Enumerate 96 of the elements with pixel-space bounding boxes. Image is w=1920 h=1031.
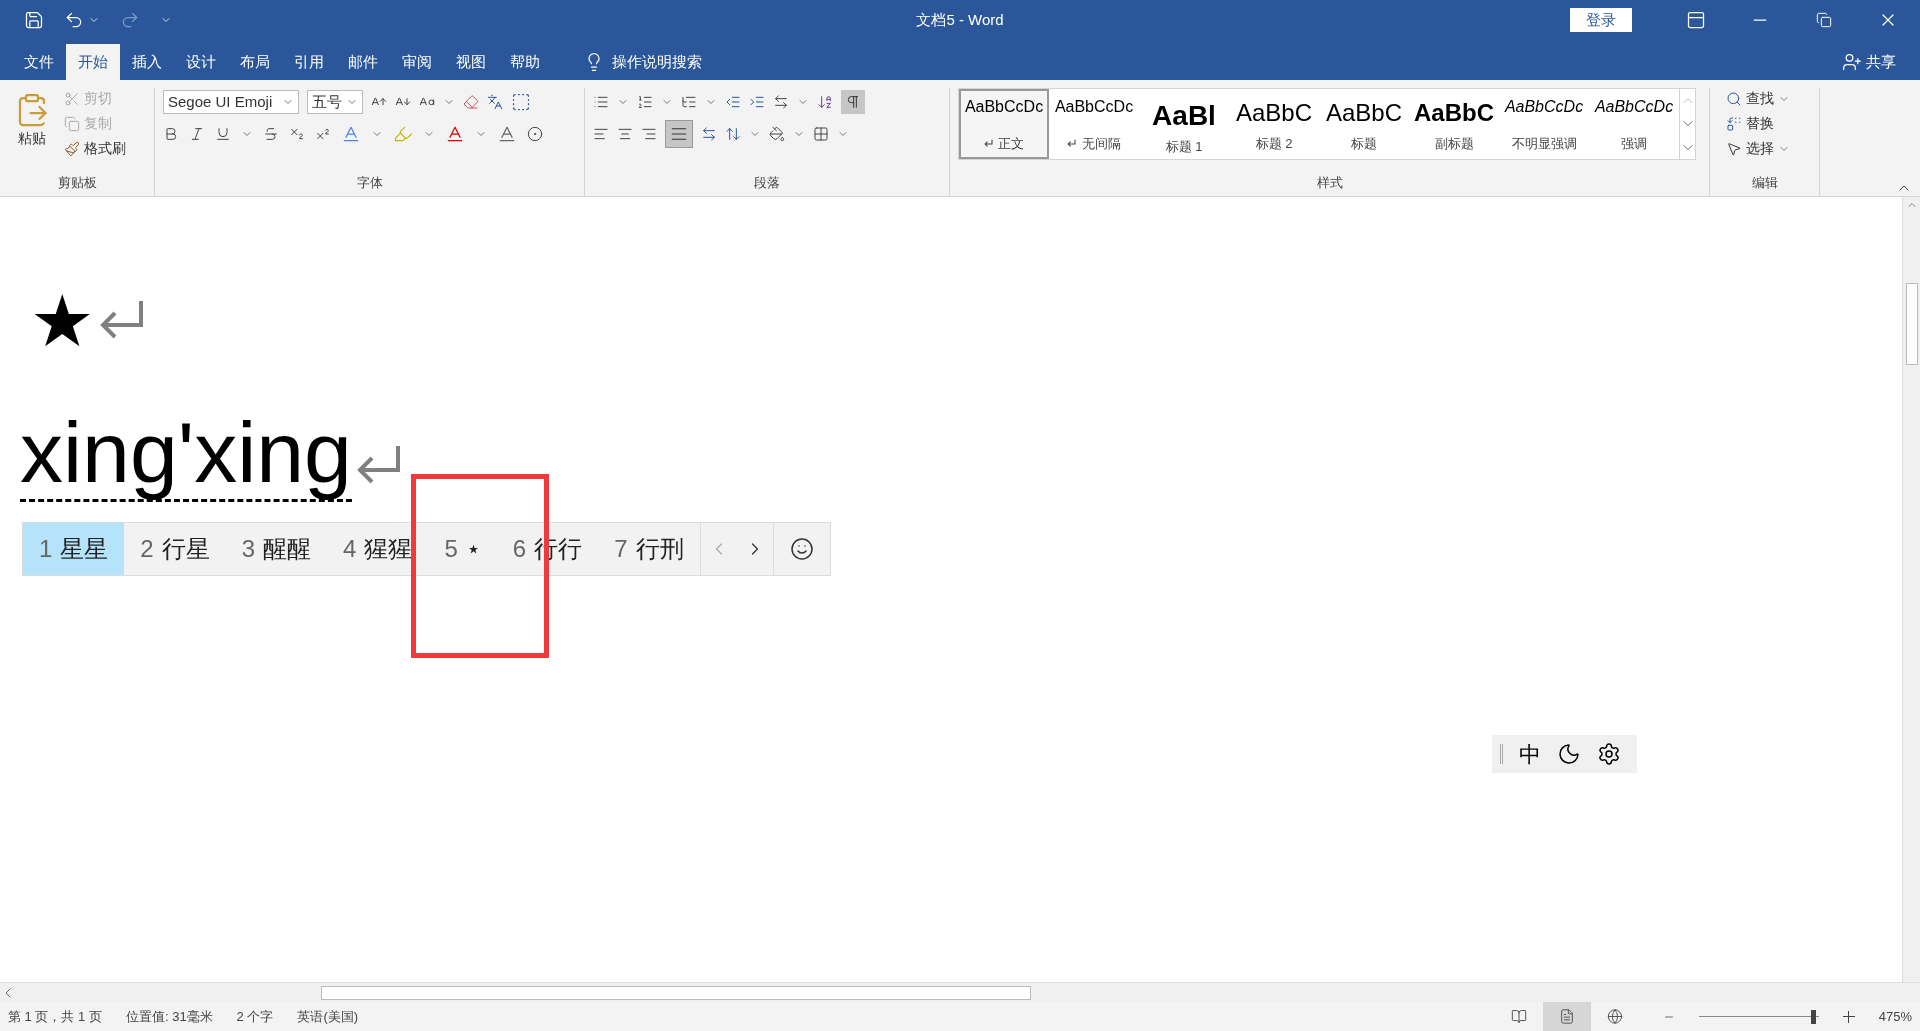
style-item[interactable]: AaBbCcDc ↵ 正文 xyxy=(959,89,1049,159)
decrease-indent-icon[interactable] xyxy=(725,94,741,110)
style-item[interactable]: AaBl 标题 1 xyxy=(1139,89,1229,159)
ribbon-display-icon[interactable] xyxy=(1686,10,1706,30)
style-item[interactable]: AaBbC 副标题 xyxy=(1409,89,1499,159)
strikethrough-icon[interactable] xyxy=(263,126,279,142)
tell-me-search[interactable]: 操作说明搜索 xyxy=(612,50,702,74)
candidate-item[interactable]: 1 星星 xyxy=(23,523,125,575)
find-button[interactable]: 查找 xyxy=(1726,88,1811,109)
style-item[interactable]: AaBbCcDc ↵ 无间隔 xyxy=(1049,89,1139,159)
sort-icon[interactable] xyxy=(817,94,833,110)
ribbon-tab[interactable]: 开始 xyxy=(66,44,120,80)
distributed-icon[interactable] xyxy=(701,126,717,142)
enclose-character-icon[interactable] xyxy=(527,126,543,142)
document-text: xing'xing xyxy=(20,409,352,502)
bold-icon[interactable] xyxy=(163,126,179,142)
candidate-item[interactable]: 5 ⋆ xyxy=(428,523,497,575)
redo-icon[interactable] xyxy=(120,10,140,30)
replace-button[interactable]: 替换 xyxy=(1726,113,1811,134)
ribbon-tab[interactable]: 布局 xyxy=(228,44,282,80)
italic-icon[interactable] xyxy=(189,126,205,142)
ribbon-tab[interactable]: 设计 xyxy=(174,44,228,80)
select-button[interactable]: 选择 xyxy=(1726,138,1811,159)
font-name-field[interactable]: Segoe UI Emoji xyxy=(163,90,299,114)
align-left-icon[interactable] xyxy=(593,126,609,142)
emoji-icon[interactable] xyxy=(789,537,814,561)
style-item[interactable]: AaBbCcDc 不明显强调 xyxy=(1499,89,1589,159)
search-icon[interactable] xyxy=(1726,90,1742,107)
login-button[interactable]: 登录 xyxy=(1570,8,1632,32)
style-item[interactable]: AaBbC 标题 2 xyxy=(1229,89,1319,159)
subscript-icon[interactable] xyxy=(289,126,305,142)
text-effects-icon[interactable] xyxy=(341,124,361,144)
status-text[interactable]: 英语(美国) xyxy=(297,1006,359,1027)
group-label: 样式 xyxy=(1316,173,1343,192)
style-item[interactable]: AaBbC 标题 xyxy=(1319,89,1409,159)
window-title: 文档5 - Word xyxy=(916,9,1004,30)
superscript-icon[interactable] xyxy=(315,126,331,142)
ribbon-tab[interactable]: 引用 xyxy=(282,44,336,80)
status-text[interactable]: 位置值: 31毫米 xyxy=(125,1006,213,1027)
font-color-icon[interactable] xyxy=(445,124,465,144)
ribbon-tab[interactable]: 文件 xyxy=(12,44,66,80)
save-icon[interactable] xyxy=(24,10,44,30)
document-text: ★ xyxy=(30,285,95,357)
group-label: 剪贴板 xyxy=(57,173,97,192)
replace-icon[interactable] xyxy=(1726,115,1742,132)
paragraph-mark-icon xyxy=(355,444,402,486)
person-icon[interactable] xyxy=(1842,52,1862,72)
style-item[interactable]: AaBbCcDc 强调 xyxy=(1589,89,1679,159)
phonetic-guide-icon[interactable] xyxy=(487,94,503,110)
undo-icon[interactable] xyxy=(64,10,84,30)
status-text[interactable]: 2 个字 xyxy=(236,1006,274,1027)
candidate-item[interactable]: 3 醒醒 xyxy=(225,523,328,575)
underline-icon[interactable] xyxy=(215,126,231,142)
restore-icon[interactable] xyxy=(1816,12,1832,28)
paintbrush-icon[interactable] xyxy=(64,140,80,157)
text-direction-icon[interactable] xyxy=(773,94,789,110)
show-marks-icon[interactable] xyxy=(841,90,865,114)
borders-icon[interactable] xyxy=(813,126,829,142)
ribbon-tab[interactable]: 视图 xyxy=(444,44,498,80)
multilevel-list-icon[interactable] xyxy=(681,94,697,110)
align-right-icon[interactable] xyxy=(641,126,657,142)
line-spacing-icon[interactable] xyxy=(725,126,741,142)
font-size-field[interactable]: 五号 xyxy=(307,90,363,114)
view-mode-icon[interactable] xyxy=(1542,1002,1591,1031)
ribbon-tab[interactable]: 插入 xyxy=(120,44,174,80)
ribbon-tab[interactable]: 审阅 xyxy=(390,44,444,80)
moon-icon[interactable] xyxy=(1557,742,1581,766)
vertical-scrollbar[interactable] xyxy=(1902,197,1920,982)
group-label: 字体 xyxy=(356,173,383,192)
paragraph-mark-icon xyxy=(98,299,145,341)
eraser-icon[interactable] xyxy=(463,94,479,110)
increase-indent-icon[interactable] xyxy=(749,94,765,110)
ribbon-tab[interactable]: 帮助 xyxy=(498,44,552,80)
numbering-icon[interactable] xyxy=(637,94,653,110)
justify-icon[interactable] xyxy=(665,120,693,148)
pointer-icon[interactable] xyxy=(1726,140,1742,157)
share-button[interactable]: 共享 xyxy=(1842,44,1920,80)
zoom-slider[interactable] xyxy=(1698,1009,1819,1024)
bullets-icon[interactable] xyxy=(593,94,609,110)
group-label: 段落 xyxy=(754,173,780,192)
group-label: 编辑 xyxy=(1751,173,1778,192)
paste-button[interactable]: 粘贴 xyxy=(8,88,56,159)
status-text[interactable]: 第 1 页，共 1 页 xyxy=(8,1006,102,1027)
zoom-in-icon[interactable] xyxy=(1842,1010,1855,1023)
candidate-item[interactable]: 4 猩猩 xyxy=(327,523,429,575)
zoom-level[interactable]: 475% xyxy=(1878,1006,1912,1027)
input-mode[interactable]: 中 xyxy=(1519,737,1541,771)
ribbon-tab[interactable]: 邮件 xyxy=(336,44,390,80)
align-center-icon[interactable] xyxy=(617,126,633,142)
candidate-item[interactable]: 7 行刑 xyxy=(598,523,700,575)
shading-icon[interactable] xyxy=(769,126,785,142)
character-border-icon[interactable] xyxy=(511,92,531,112)
format-painter-button[interactable]: 格式刷 xyxy=(64,138,126,159)
character-shading-icon[interactable] xyxy=(497,124,517,144)
settings-icon[interactable] xyxy=(1597,742,1621,766)
candidate-item[interactable]: 2 行星 xyxy=(124,523,226,575)
